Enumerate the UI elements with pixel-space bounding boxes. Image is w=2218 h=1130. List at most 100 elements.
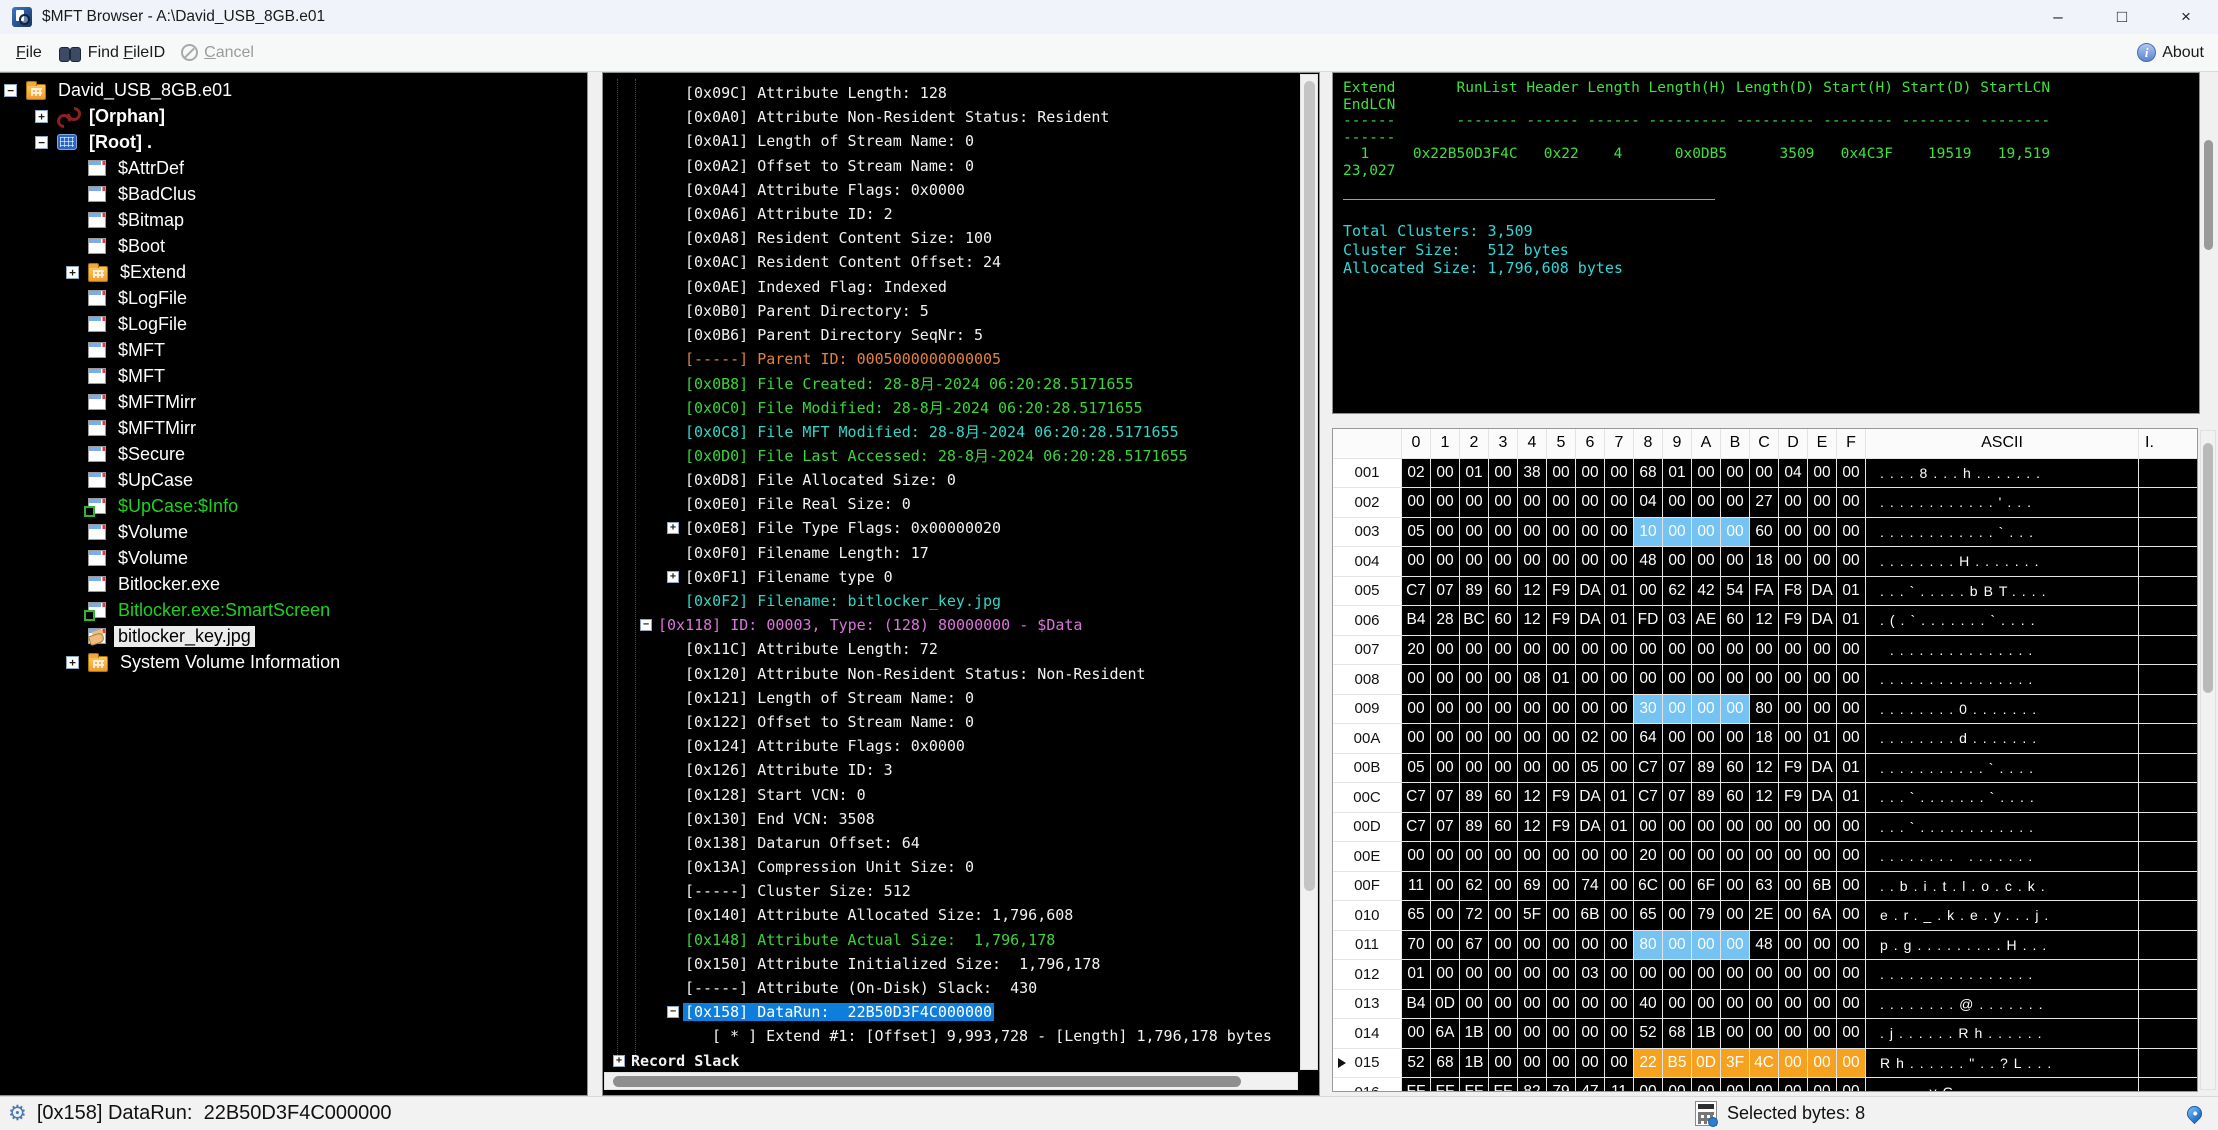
- hex-byte-cell[interactable]: 00: [1489, 753, 1517, 782]
- attribute-row[interactable]: Record Slack: [603, 1049, 1301, 1073]
- hex-byte-cell[interactable]: 00: [1779, 1078, 1807, 1091]
- hex-byte-cell[interactable]: 69: [1518, 871, 1546, 900]
- expander-plus-icon[interactable]: [35, 109, 48, 123]
- hex-byte-cell[interactable]: 00: [1431, 517, 1459, 546]
- hex-byte-cell[interactable]: C7: [1634, 783, 1662, 812]
- hex-byte-cell[interactable]: 00: [1518, 1048, 1546, 1077]
- hex-byte-cell[interactable]: 00: [1663, 547, 1691, 576]
- hex-vertical-scrollbar[interactable]: [2200, 430, 2216, 1090]
- hex-byte-cell[interactable]: F9: [1779, 753, 1807, 782]
- hex-byte-cell[interactable]: 79: [1692, 901, 1720, 930]
- attribute-row[interactable]: [-----] Cluster Size: 512: [603, 879, 1301, 903]
- hex-byte-cell[interactable]: 00: [1576, 517, 1604, 546]
- hex-byte-cell[interactable]: 00: [1576, 1048, 1604, 1077]
- hex-byte-cell[interactable]: C7: [1402, 783, 1430, 812]
- attribute-row[interactable]: [0x158] DataRun: 22B50D3F4C000000: [603, 1000, 1301, 1024]
- hex-byte-cell[interactable]: 00: [1750, 960, 1778, 989]
- hex-ascii-cell[interactable]: ................: [1866, 665, 2138, 694]
- tree-item[interactable]: $AttrDef: [0, 155, 587, 181]
- hex-byte-cell[interactable]: 00: [1547, 753, 1575, 782]
- attribute-row[interactable]: [0x0B0] Parent Directory: 5: [603, 299, 1301, 323]
- hex-byte-cell[interactable]: C7: [1402, 812, 1430, 841]
- hex-byte-cell[interactable]: 89: [1692, 783, 1720, 812]
- tree-item[interactable]: $MFTMirr: [0, 389, 587, 415]
- hex-ascii-cell[interactable]: ........@.......: [1866, 989, 2138, 1018]
- hex-byte-cell[interactable]: AE: [1692, 606, 1720, 635]
- attribute-row[interactable]: [0x148] Attribute Actual Size: 1,796,178: [603, 928, 1301, 952]
- hex-byte-cell[interactable]: 00: [1547, 517, 1575, 546]
- hex-byte-cell[interactable]: 20: [1402, 635, 1430, 664]
- hex-byte-cell[interactable]: 60: [1489, 783, 1517, 812]
- hex-byte-cell[interactable]: 89: [1460, 812, 1488, 841]
- hex-byte-cell[interactable]: 6B: [1576, 901, 1604, 930]
- maximize-button[interactable]: □: [2090, 0, 2154, 34]
- hex-byte-cell[interactable]: 82: [1518, 1078, 1546, 1091]
- hex-byte-cell[interactable]: 00: [1576, 989, 1604, 1018]
- attribute-row[interactable]: [0x138] Datarun Offset: 64: [603, 831, 1301, 855]
- hex-byte-cell[interactable]: 00: [1837, 812, 1865, 841]
- hex-ascii-cell[interactable]: .....yG.........: [1866, 1078, 2138, 1091]
- hex-byte-cell[interactable]: 00: [1750, 1019, 1778, 1048]
- hex-byte-cell[interactable]: DA: [1808, 576, 1836, 605]
- hex-byte-cell[interactable]: 00: [1779, 930, 1807, 959]
- hex-byte-cell[interactable]: 22: [1634, 1048, 1662, 1077]
- attribute-row[interactable]: [-----] Parent ID: 0005000000000005: [603, 347, 1301, 371]
- hex-byte-cell[interactable]: 00: [1460, 724, 1488, 753]
- hex-byte-cell[interactable]: 00: [1431, 753, 1459, 782]
- hex-byte-cell[interactable]: 00: [1750, 1078, 1778, 1091]
- hex-byte-cell[interactable]: 00: [1547, 960, 1575, 989]
- tree-item[interactable]: bitlocker_key.jpg: [0, 623, 587, 649]
- hex-byte-cell[interactable]: 12: [1750, 783, 1778, 812]
- expander-minus-icon[interactable]: [4, 83, 17, 97]
- attribute-row[interactable]: [0x0B6] Parent Directory SeqNr: 5: [603, 323, 1301, 347]
- hex-byte-cell[interactable]: 00: [1779, 1019, 1807, 1048]
- hex-byte-cell[interactable]: 00: [1808, 842, 1836, 871]
- hex-byte-cell[interactable]: 00: [1663, 871, 1691, 900]
- hex-byte-cell[interactable]: 00: [1779, 989, 1807, 1018]
- attribute-row[interactable]: [0x0A4] Attribute Flags: 0x0000: [603, 178, 1301, 202]
- hex-byte-cell[interactable]: 00: [1431, 871, 1459, 900]
- expander-plus-icon[interactable]: [667, 570, 679, 583]
- hex-byte-cell[interactable]: 54: [1721, 576, 1749, 605]
- attribute-row[interactable]: [0x0A1] Length of Stream Name: 0: [603, 129, 1301, 153]
- hex-byte-cell[interactable]: 00: [1721, 812, 1749, 841]
- hex-byte-cell[interactable]: 00: [1692, 930, 1720, 959]
- attribute-row[interactable]: [0x0C8] File MFT Modified: 28-8月-2024 06…: [603, 420, 1301, 444]
- hex-byte-cell[interactable]: 89: [1692, 753, 1720, 782]
- hex-byte-cell[interactable]: 00: [1489, 547, 1517, 576]
- hex-byte-cell[interactable]: 68: [1634, 458, 1662, 487]
- hex-byte-cell[interactable]: 12: [1518, 576, 1546, 605]
- hex-byte-cell[interactable]: 6A: [1431, 1019, 1459, 1048]
- hex-byte-cell[interactable]: 12: [1518, 606, 1546, 635]
- attribute-row[interactable]: [0x09C] Attribute Length: 128: [603, 81, 1301, 105]
- hex-byte-cell[interactable]: FF: [1460, 1078, 1488, 1091]
- hex-byte-cell[interactable]: 00: [1489, 842, 1517, 871]
- hex-byte-cell[interactable]: 00: [1721, 635, 1749, 664]
- hex-byte-cell[interactable]: 00: [1489, 635, 1517, 664]
- hex-byte-cell[interactable]: 65: [1634, 901, 1662, 930]
- hex-byte-cell[interactable]: 00: [1663, 635, 1691, 664]
- hex-byte-cell[interactable]: 01: [1402, 960, 1430, 989]
- hex-byte-cell[interactable]: 00: [1779, 871, 1807, 900]
- hex-byte-cell[interactable]: 00: [1837, 901, 1865, 930]
- hex-byte-cell[interactable]: 12: [1518, 812, 1546, 841]
- hex-byte-cell[interactable]: 12: [1518, 783, 1546, 812]
- hex-byte-cell[interactable]: 00: [1721, 989, 1749, 1018]
- hex-byte-cell[interactable]: 18: [1750, 547, 1778, 576]
- hex-byte-cell[interactable]: 00: [1402, 547, 1430, 576]
- hex-byte-cell[interactable]: 00: [1663, 901, 1691, 930]
- hex-byte-cell[interactable]: 01: [1605, 812, 1633, 841]
- hex-byte-cell[interactable]: F9: [1547, 812, 1575, 841]
- hex-ascii-cell[interactable]: Rh......"..?L...: [1866, 1048, 2138, 1077]
- hex-byte-cell[interactable]: 00: [1721, 842, 1749, 871]
- hex-byte-cell[interactable]: 00: [1489, 960, 1517, 989]
- attribute-row[interactable]: [0x0A0] Attribute Non-Resident Status: R…: [603, 105, 1301, 129]
- hex-byte-cell[interactable]: 00: [1402, 724, 1430, 753]
- attribute-row[interactable]: [0x126] Attribute ID: 3: [603, 758, 1301, 782]
- hex-byte-cell[interactable]: 00: [1547, 488, 1575, 517]
- hex-byte-cell[interactable]: C7: [1634, 753, 1662, 782]
- hex-byte-cell[interactable]: C7: [1402, 576, 1430, 605]
- hex-byte-cell[interactable]: 60: [1721, 753, 1749, 782]
- hex-byte-cell[interactable]: 00: [1547, 1019, 1575, 1048]
- hex-byte-cell[interactable]: 5F: [1518, 901, 1546, 930]
